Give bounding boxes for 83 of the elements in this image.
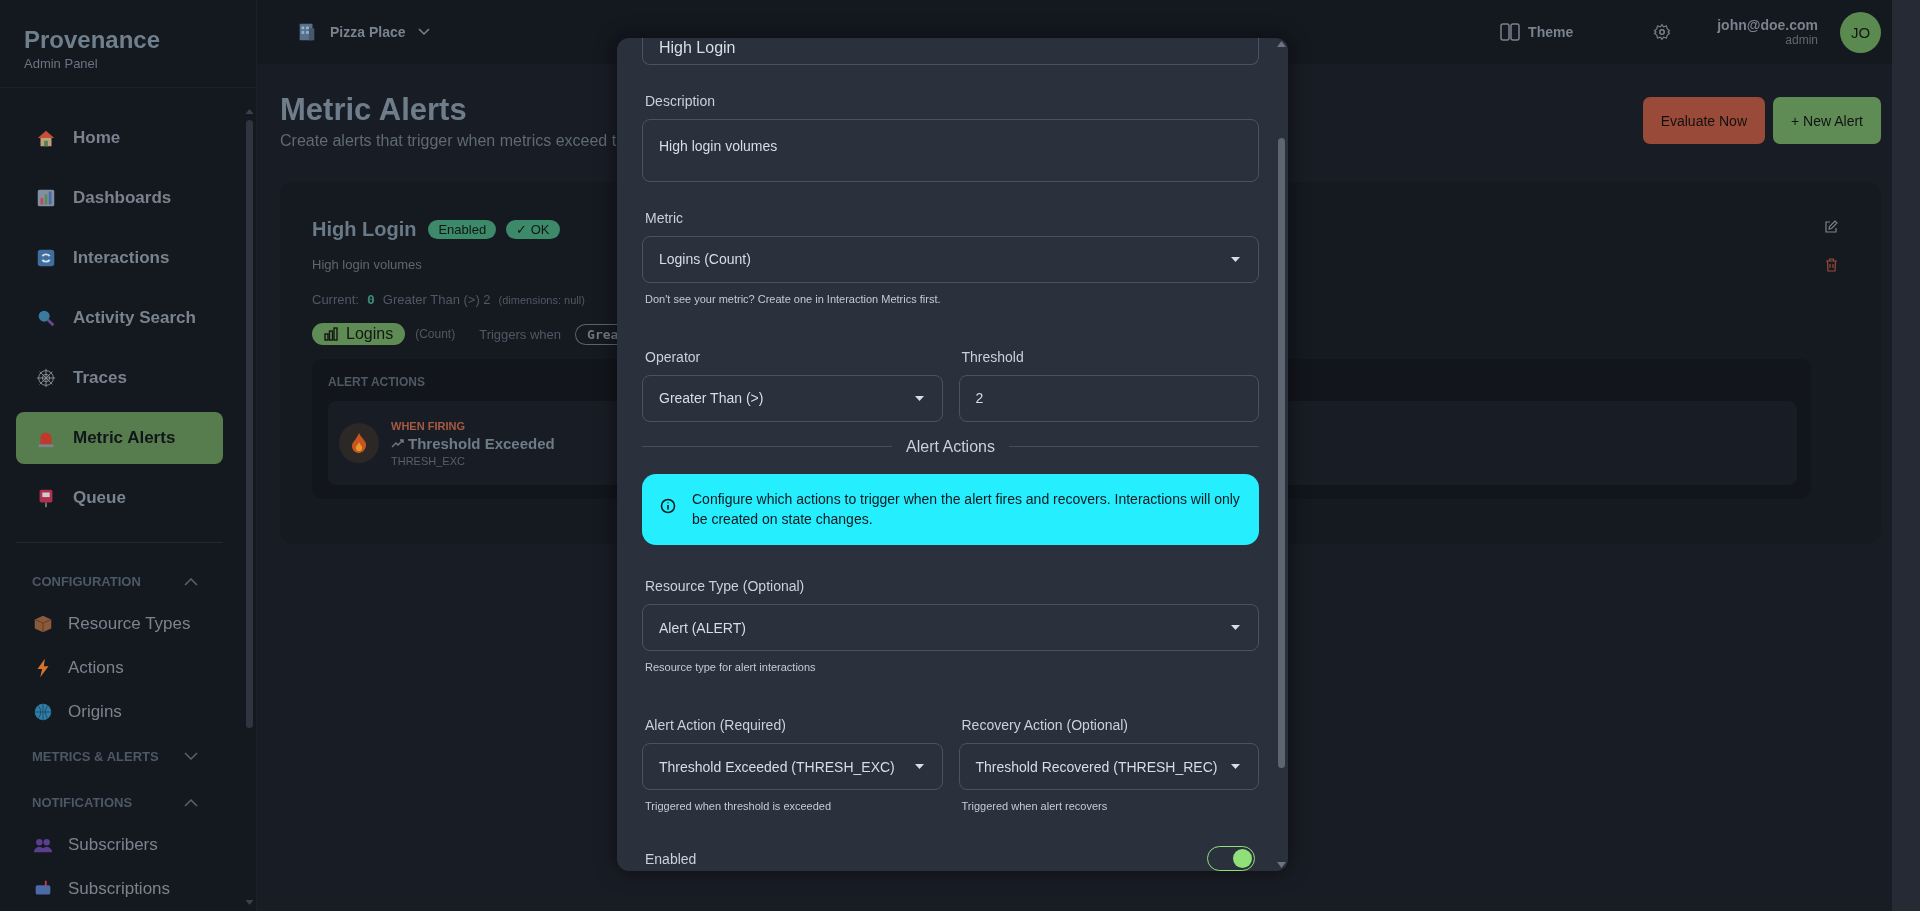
- metric-type: (Count): [415, 327, 456, 341]
- chevron-icon[interactable]: [184, 798, 198, 808]
- chevron-icon[interactable]: [184, 576, 198, 586]
- section-title: NOTIFICATIONS: [32, 795, 133, 811]
- dimensions-text: (dimensions: null): [498, 294, 585, 306]
- workspace-selector[interactable]: Pizza Place: [296, 21, 430, 43]
- help-text: Don't see your metric? Create one in Interaction Metrics first.: [645, 292, 942, 305]
- select-field[interactable]: Alert (ALERT): [642, 604, 1259, 651]
- chevron-icon: [417, 28, 430, 36]
- actions-title: ALERT ACTIONS: [328, 375, 425, 389]
- select-field[interactable]: Greater Than (>): [642, 374, 943, 422]
- trend-up-icon: [391, 438, 404, 448]
- action-name: Threshold Exceeded: [391, 434, 555, 452]
- help-text: Resource type for alert interactions: [645, 661, 817, 673]
- field-label: Operator: [645, 348, 702, 365]
- enabled-label: Enabled: [645, 850, 697, 867]
- current-value: 0: [366, 292, 375, 307]
- caret-icon: [914, 764, 924, 769]
- nav-item[interactable]: Interactions: [16, 232, 223, 284]
- columns-icon: [1500, 23, 1521, 41]
- caret-icon: [1231, 625, 1240, 630]
- nav-item[interactable]: Activity Search: [16, 292, 223, 344]
- nav-item[interactable]: Resource Types: [0, 601, 256, 646]
- evaluate-button[interactable]: Evaluate Now: [1642, 97, 1765, 144]
- info-icon: [660, 497, 676, 514]
- web-icon: [35, 367, 57, 389]
- select-field[interactable]: Threshold Exceeded (THRESH_EXC): [642, 743, 943, 790]
- brand-subtitle: Admin Panel: [24, 56, 99, 71]
- flame-icon: [339, 423, 379, 463]
- condition-text: Greater Than (>) 2: [382, 292, 491, 307]
- nav-item[interactable]: Metric Alerts: [16, 412, 223, 464]
- refresh-icon: [35, 247, 57, 269]
- user-email: john@doe.com: [1717, 17, 1818, 33]
- metric-pill: Logins: [312, 323, 406, 345]
- field-label: Description: [645, 92, 717, 109]
- section-title: CONFIGURATION: [32, 573, 141, 589]
- user-role: admin: [1785, 33, 1818, 47]
- section-title: METRICS & ALERTS: [32, 748, 159, 764]
- field-label: Alert Action (Required): [645, 717, 787, 733]
- select-field[interactable]: Logins (Count): [642, 235, 1259, 283]
- nav-item[interactable]: Queue: [16, 472, 223, 524]
- field-label: Recovery Action (Optional): [961, 717, 1130, 733]
- field-label: Resource Type (Optional): [645, 578, 806, 594]
- status-badge: Enabled: [428, 220, 497, 239]
- bar-chart-icon: [324, 327, 338, 341]
- help-text: Triggered when threshold is exceeded: [645, 800, 833, 812]
- settings-icon[interactable]: [1653, 23, 1672, 41]
- nav-item[interactable]: Home: [16, 112, 223, 164]
- user-avatar[interactable]: JO: [1840, 11, 1881, 53]
- action-code: THRESH_EXC: [391, 454, 466, 467]
- nav-item[interactable]: Subscriptions: [0, 867, 256, 911]
- edit-icon[interactable]: [1824, 220, 1838, 234]
- page-title: Metric Alerts: [280, 92, 468, 128]
- caret-icon: [1231, 764, 1240, 769]
- help-text: Triggered when alert recovers: [961, 800, 1109, 812]
- theme-button[interactable]: Theme: [1500, 23, 1574, 41]
- brand-name: Provenance: [24, 26, 162, 54]
- new-alert-button[interactable]: + New Alert: [1773, 97, 1881, 144]
- description-field[interactable]: High login volumes: [642, 118, 1259, 182]
- section-title: Alert Actions: [906, 437, 995, 456]
- bar-chart-icon: [35, 187, 57, 209]
- scrollbar[interactable]: [1275, 38, 1288, 871]
- trash-icon[interactable]: [1824, 258, 1838, 272]
- info-text: Configure which actions to trigger when the alert fires and recovers. Interactions will only be created on state changes.: [692, 489, 1241, 529]
- alert-title: High Login: [312, 218, 417, 241]
- nav-item[interactable]: Subscribers: [0, 823, 256, 868]
- chevron-icon[interactable]: [184, 751, 198, 761]
- page-subtitle: Create alerts that trigger when metrics exceed t: [280, 132, 617, 150]
- select-field[interactable]: Threshold Recovered (THRESH_REC): [958, 743, 1259, 790]
- nav-item[interactable]: Actions: [0, 645, 256, 690]
- triggers-label: Triggers when: [479, 326, 562, 342]
- nav-item[interactable]: Traces: [16, 352, 223, 404]
- nav-item[interactable]: Origins: [0, 689, 256, 734]
- status-badge: ✓ OK: [506, 220, 560, 239]
- current-label: Current:: [312, 292, 359, 307]
- field-label: Threshold: [961, 348, 1025, 365]
- name-field[interactable]: High Login: [642, 38, 1259, 65]
- alert-description: High login volumes: [312, 257, 422, 272]
- field-label: Metric: [645, 209, 685, 226]
- nav-item[interactable]: Dashboards: [16, 172, 223, 224]
- when-label: WHEN FIRING: [391, 419, 466, 432]
- threshold-field[interactable]: 2: [958, 374, 1259, 422]
- caret-icon: [1231, 256, 1240, 262]
